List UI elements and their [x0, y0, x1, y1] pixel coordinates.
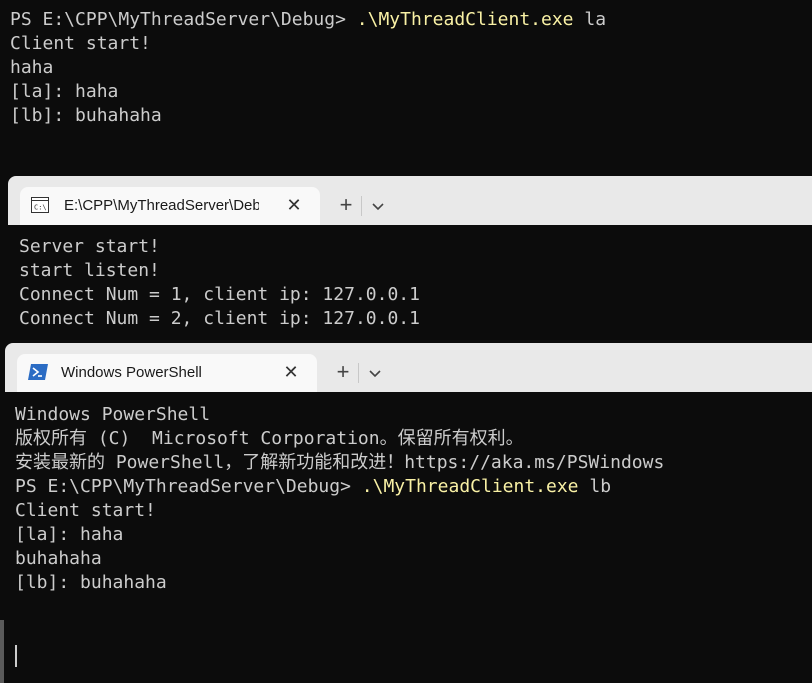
powershell-window[interactable]: Windows PowerShell ✕ + Windows PowerShel…: [5, 343, 812, 683]
output-line: haha: [10, 57, 54, 78]
output-line: Connect Num = 1, client ip: 127.0.0.1: [19, 284, 420, 305]
output-line: Client start!: [10, 33, 151, 54]
tab-bar: C:\ E:\CPP\MyThreadServer\Debug\MyThread…: [8, 176, 812, 225]
prompt-prefix: PS E:\CPP\MyThreadServer\Debug>: [15, 476, 362, 497]
output-line: [la]: haha: [15, 524, 124, 545]
close-icon[interactable]: ✕: [279, 360, 303, 384]
tab-bar: Windows PowerShell ✕ +: [5, 343, 812, 392]
new-tab-button[interactable]: +: [330, 360, 356, 386]
divider: [361, 196, 362, 216]
server-terminal-window[interactable]: C:\ E:\CPP\MyThreadServer\Debug\MyThread…: [8, 176, 812, 348]
svg-text:C:\: C:\: [34, 204, 47, 212]
terminal-output[interactable]: Windows PowerShell 版权所有 (C) Microsoft Co…: [15, 403, 664, 595]
tab-title: E:\CPP\MyThreadServer\Debug\MyThreadServ…: [64, 197, 259, 214]
tab-title: Windows PowerShell: [61, 364, 202, 381]
text-cursor: [15, 645, 17, 667]
prompt-line: PS E:\CPP\MyThreadServer\Debug> .\MyThre…: [15, 475, 664, 499]
close-icon[interactable]: ✕: [282, 193, 306, 217]
output-line: [la]: haha: [10, 81, 119, 102]
prompt-prefix: PS E:\CPP\MyThreadServer\Debug>: [10, 9, 357, 30]
chevron-down-icon[interactable]: [368, 193, 388, 219]
output-line: 安装最新的 PowerShell，了解新功能和改进！https://aka.ms…: [15, 452, 665, 473]
output-line: 版权所有 (C) Microsoft Corporation。保留所有权利。: [15, 428, 524, 449]
window-edge: [0, 620, 4, 683]
output-line: [lb]: buhahaha: [15, 572, 167, 593]
command-arg: la: [573, 9, 607, 30]
command-arg: lb: [578, 476, 612, 497]
chevron-down-icon[interactable]: [365, 360, 385, 386]
tab-server[interactable]: C:\ E:\CPP\MyThreadServer\Debug\MyThread…: [20, 187, 320, 225]
output-line: Connect Num = 2, client ip: 127.0.0.1: [19, 308, 420, 329]
background-terminal-output[interactable]: PS E:\CPP\MyThreadServer\Debug> .\MyThre…: [10, 8, 606, 128]
output-line: [lb]: buhahaha: [10, 105, 162, 126]
console-icon: C:\: [31, 197, 49, 213]
tab-powershell[interactable]: Windows PowerShell ✕: [17, 354, 317, 392]
new-tab-button[interactable]: +: [333, 193, 359, 219]
command-text: .\MyThreadClient.exe: [356, 9, 574, 30]
output-line: Windows PowerShell: [15, 404, 211, 425]
output-line: Client start!: [15, 500, 156, 521]
output-line: start listen!: [19, 260, 160, 281]
terminal-output[interactable]: Server start! start listen! Connect Num …: [19, 235, 420, 331]
output-line: buhahaha: [15, 548, 102, 569]
output-line: Server start!: [19, 236, 160, 257]
powershell-icon: [28, 364, 48, 380]
divider: [358, 363, 359, 383]
prompt-line: PS E:\CPP\MyThreadServer\Debug> .\MyThre…: [10, 8, 606, 32]
command-text: .\MyThreadClient.exe: [361, 476, 579, 497]
